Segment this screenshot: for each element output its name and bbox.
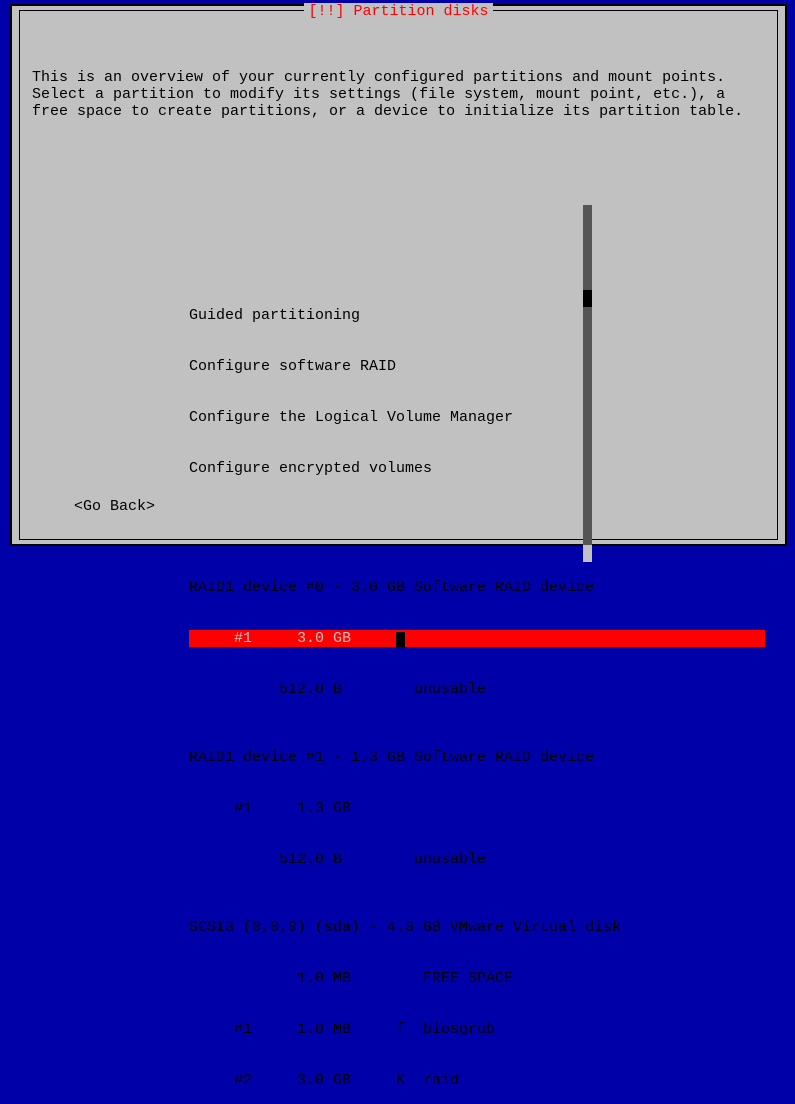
intro-text: This is an overview of your currently co… <box>32 69 765 120</box>
scrollbar-track[interactable] <box>583 188 592 562</box>
partition-raid1-unusable[interactable]: 512.0 B unusable <box>189 851 765 868</box>
menu-configure-lvm[interactable]: Configure the Logical Volume Manager <box>189 409 765 426</box>
partition-list: Guided partitioning Configure software R… <box>189 188 765 1104</box>
menu-guided-partitioning[interactable]: Guided partitioning <box>189 307 765 324</box>
device-raid0-header[interactable]: RAID1 device #0 - 3.0 GB Software RAID d… <box>189 579 765 596</box>
scroll-up-icon[interactable] <box>583 188 592 205</box>
dialog-inner-border: [!!] Partition disks This is an overview… <box>19 10 778 540</box>
device-sda-header[interactable]: SCSI3 (0,0,0) (sda) - 4.3 GB VMware Virt… <box>189 919 765 936</box>
device-raid1-header[interactable]: RAID1 device #1 - 1.3 GB Software RAID d… <box>189 749 765 766</box>
menu-configure-raid[interactable]: Configure software RAID <box>189 358 765 375</box>
partition-sda-free1[interactable]: 1.0 MB FREE SPACE <box>189 970 765 987</box>
dialog-window: [!!] Partition disks This is an overview… <box>10 4 787 546</box>
partition-sda-1[interactable]: #1 1.0 MB f biosgrub <box>189 1021 765 1038</box>
partition-raid0-1-label: #1 3.0 GB <box>189 630 351 647</box>
dialog-title: [!!] Partition disks <box>304 3 492 20</box>
menu-configure-encrypted[interactable]: Configure encrypted volumes <box>189 460 765 477</box>
cursor-icon <box>396 632 405 647</box>
scroll-down-icon[interactable] <box>583 545 592 562</box>
partition-sda-2[interactable]: #2 3.0 GB K raid <box>189 1072 765 1089</box>
partition-raid1-1[interactable]: #1 1.3 GB <box>189 800 765 817</box>
scrollbar-thumb[interactable] <box>583 290 592 307</box>
go-back-button[interactable]: <Go Back> <box>74 498 155 515</box>
partition-raid0-unusable[interactable]: 512.0 B unusable <box>189 681 765 698</box>
partition-raid0-1-selected[interactable]: #1 3.0 GB <box>189 630 765 647</box>
blank-row <box>189 511 765 528</box>
